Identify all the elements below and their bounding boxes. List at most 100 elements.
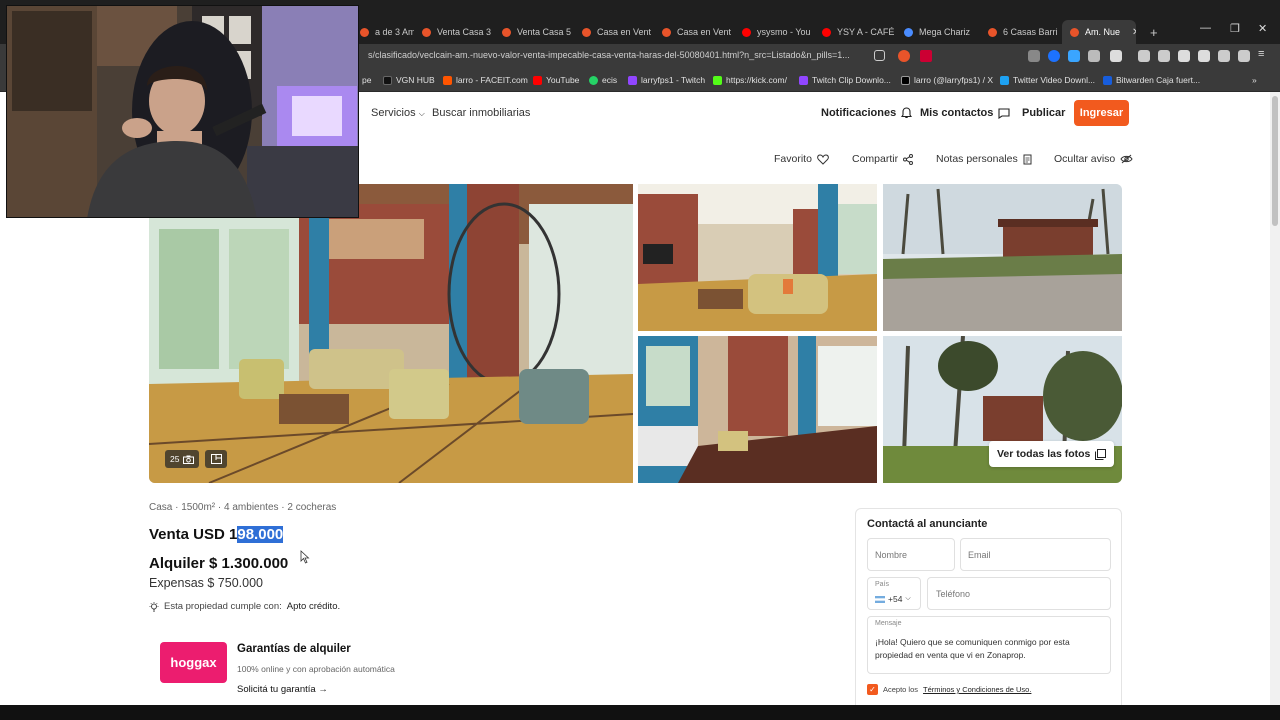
notas-label: Notas personales [936,153,1018,165]
mensaje-label: Mensaje [875,620,902,627]
lightbulb-icon [149,601,159,612]
bookmark-item[interactable]: https://kick.com/ [713,75,787,85]
floorplan-button[interactable] [205,450,227,468]
extension-icon[interactable] [1048,50,1060,62]
pais-select[interactable]: País +54 ⌵ [867,577,921,610]
gallery-photo[interactable] [638,184,877,331]
tab-label: Mega Chariz [919,27,971,37]
publicar-button[interactable]: Publicar [1022,107,1065,119]
email-field[interactable]: Email [960,538,1111,571]
new-tab-button[interactable]: + [1142,20,1162,44]
share-page-icon[interactable] [874,50,885,61]
vpn-icon[interactable] [1238,50,1250,62]
gallery-photo[interactable] [638,336,877,483]
favorito-button[interactable]: Favorito [774,153,829,165]
checkbox-checked-icon[interactable]: ✓ [867,684,878,695]
scrollbar-thumb[interactable] [1272,96,1278,226]
dining-room-image [638,336,877,483]
browser-tab-active[interactable]: Am. Nue ✕ [1062,20,1136,44]
kick-icon [713,75,722,85]
nav-servicios[interactable]: Servicios ⌵ [371,107,425,119]
more-bookmarks-icon[interactable]: » [1252,75,1257,85]
browser-tab[interactable]: YSY A - CAFÉ [814,20,894,44]
nav-servicios-label: Servicios [371,107,416,119]
media-icon[interactable] [1158,50,1170,62]
ocultar-aviso-button[interactable]: Ocultar aviso [1054,153,1133,165]
bookmark-item[interactable]: larryfps1 - Twitch [628,75,705,85]
tab-favicon-icon [360,27,369,37]
bookmark-item[interactable]: VGN HUB [383,75,435,85]
bookmark-item[interactable]: Twitch Clip Downlo... [799,75,891,85]
browser-tab[interactable]: Casa en Vent [574,20,654,44]
chevron-down-icon: ⌵ [418,109,425,118]
notas-personales-button[interactable]: Notas personales [936,153,1032,165]
close-tab-icon[interactable]: ✕ [1132,27,1136,38]
nombre-field[interactable]: Nombre [867,538,955,571]
sidebar-icon[interactable] [1178,50,1190,62]
extensions-puzzle-icon[interactable] [1088,50,1100,62]
photo-count-badge[interactable]: 25 [165,450,200,468]
menu-icon[interactable]: ≡ [1258,48,1270,60]
ingresar-button[interactable]: Ingresar [1074,100,1129,126]
email-placeholder: Email [968,550,991,560]
brave-shield-icon[interactable] [898,50,910,62]
url-input[interactable]: s/clasificado/veclcain-am.-nuevo-valor-v… [368,50,850,60]
browser-tab[interactable]: Venta Casa 5 [494,20,574,44]
gallery-photo[interactable] [883,184,1122,331]
tab-favicon-icon [662,27,671,37]
terms-checkbox-row[interactable]: ✓ Acepto los Términos y Condiciones de U… [867,684,1031,695]
terms-prefix: Acepto los [883,685,919,694]
price-venta-selected-text: 98.000 [237,526,284,543]
bookmark-label: VGN HUB [396,75,435,85]
extension-icon[interactable] [1028,50,1040,62]
solicita-garantia-link[interactable]: Solicitá tu garantía → [237,684,328,695]
nav-buscar-inmobiliarias[interactable]: Buscar inmobiliarias [432,107,530,119]
terms-link[interactable]: Términos y Condiciones de Uso. [923,685,1031,694]
extension-icon[interactable] [1068,50,1080,62]
bookmark-item[interactable]: larro - FACEIT.com [443,75,528,85]
bookmark-item[interactable]: Bitwarden Caja fuert... [1103,75,1200,85]
browser-tab[interactable]: 6 Casas Barri [980,20,1060,44]
minimize-icon[interactable]: — [1200,22,1211,34]
restore-icon[interactable]: ❐ [1230,22,1240,35]
mis-contactos-label: Mis contactos [920,107,994,119]
ver-todas-las-fotos-button[interactable]: Ver todas las fotos [989,441,1115,467]
rewards-icon[interactable] [920,50,932,62]
bookmark-item[interactable]: larro (@larryfps1) / X [901,75,993,85]
browser-tab[interactable]: ysysmo - You [734,20,814,44]
tab-label: ysysmo - You [757,27,811,37]
mis-contactos-button[interactable]: Mis contactos [920,107,1010,119]
whatsapp-icon [589,75,598,85]
hoggax-logo[interactable]: hoggax [160,642,227,683]
close-window-icon[interactable]: ✕ [1258,22,1267,35]
main-photo[interactable] [149,184,633,483]
contact-form-card: Contactá al anunciante Nombre Email País… [855,508,1122,705]
extension-icon[interactable] [1110,50,1122,62]
bookmark-item[interactable]: Twitter Video Downl... [1000,75,1095,85]
living-room-image [638,184,877,331]
browser-tab[interactable]: Venta Casa 3 [414,20,494,44]
bookmark-item[interactable]: YouTube [533,75,579,85]
notificaciones-button[interactable]: Notificaciones [821,107,913,119]
chevron-down-icon: ⌵ [905,595,911,602]
garantias-title: Garantías de alquiler [237,643,351,655]
streamer-webcam-image [7,6,358,217]
solicita-garantia-label: Solicitá tu garantía [237,684,316,695]
compartir-button[interactable]: Compartir [852,153,914,165]
browser-tab[interactable]: Casa en Vent [654,20,734,44]
mensaje-textarea[interactable]: Mensaje ¡Hola! Quiero que se comuniquen … [867,616,1111,674]
tab-label: Venta Casa 3 [437,27,492,37]
apto-credito-note: Esta propiedad cumple con: Apto crédito. [149,601,340,612]
garantias-subtitle: 100% online y con aprobación automática [237,664,395,674]
wallet-icon[interactable] [1198,50,1210,62]
mensaje-text: ¡Hola! Quiero que se comuniquen conmigo … [875,637,1070,660]
leo-icon[interactable] [1218,50,1230,62]
telefono-field[interactable]: Teléfono [927,577,1111,610]
bookmark-item[interactable]: ecis [589,75,617,85]
browser-tab[interactable]: Mega Chariz [896,20,978,44]
browser-tab[interactable]: a de 3 Am [352,20,414,44]
bookmark-item[interactable]: pe [362,75,371,85]
bell-icon [901,107,913,119]
download-icon[interactable] [1138,50,1150,62]
page-scrollbar[interactable] [1270,92,1280,705]
